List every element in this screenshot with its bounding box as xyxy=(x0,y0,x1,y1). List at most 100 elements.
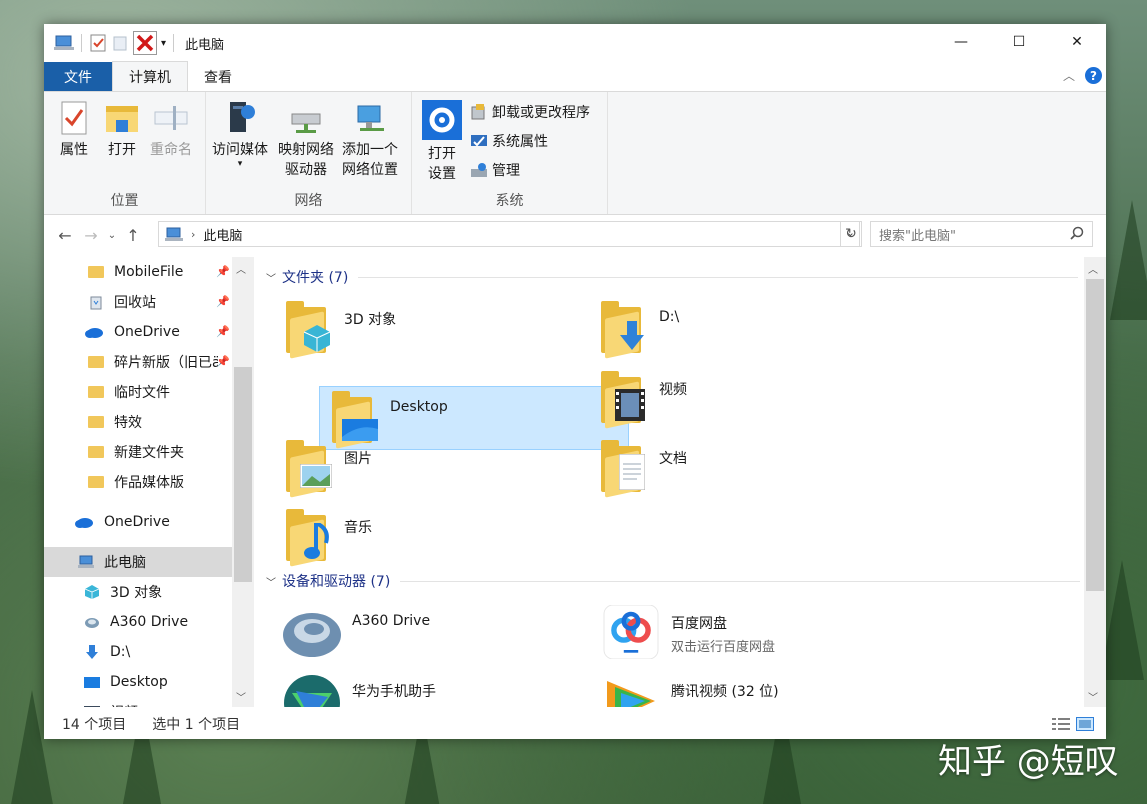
back-arrow-icon[interactable]: ← xyxy=(52,226,78,245)
system-properties-button[interactable]: 系统属性 xyxy=(470,131,548,151)
open-settings-button[interactable]: 打开 设置 xyxy=(422,100,462,184)
folder-tile-music[interactable]: 音乐 xyxy=(274,505,584,569)
dropdown-arrow-icon: ▾ xyxy=(237,159,243,169)
folder-icon xyxy=(88,264,104,280)
access-media-button[interactable]: 访问媒体 ▾ xyxy=(212,100,268,169)
device-tile-a360[interactable]: A360 Drive xyxy=(274,601,584,665)
folder-tile-videos[interactable]: 视频 xyxy=(589,367,899,431)
nav-item-videos[interactable]: 视频 xyxy=(44,697,232,707)
scroll-up-icon[interactable]: ︿ xyxy=(1088,261,1098,276)
pin-icon[interactable]: 📌 xyxy=(216,265,230,278)
system-group-label: 系统 xyxy=(495,193,524,209)
content-scroll-thumb[interactable] xyxy=(1086,279,1104,591)
map-drive-label-1: 映射网络 xyxy=(278,142,334,158)
large-icons-view-icon[interactable] xyxy=(1076,717,1094,731)
properties-button[interactable]: 属性 xyxy=(56,100,92,160)
address-row: ← → ⌄ ↑ › 此电脑 ⌄ ↻ 搜索"此电脑" xyxy=(44,215,1106,255)
customize-toolbar-icon[interactable]: ▾ xyxy=(161,38,166,49)
nav-scroll-thumb[interactable] xyxy=(234,367,252,582)
collapse-chevron-icon[interactable]: ﹀ xyxy=(266,574,276,589)
devices-section-header[interactable]: ﹀ 设备和驱动器 (7) xyxy=(266,571,1081,591)
device-tile-tencent-video[interactable]: 腾讯视频 (32 位) xyxy=(589,669,899,707)
nav-item-d-drive[interactable]: D:\ xyxy=(44,637,232,667)
breadcrumb[interactable]: 此电脑 xyxy=(203,225,242,244)
folder-tile-3d-objects[interactable]: 3D 对象 xyxy=(274,297,584,361)
address-bar[interactable]: › 此电脑 ⌄ xyxy=(158,221,860,247)
minimize-button[interactable]: — xyxy=(932,24,990,60)
collapse-chevron-icon[interactable]: ﹀ xyxy=(266,270,276,285)
scroll-up-icon[interactable]: ︿ xyxy=(236,261,246,276)
explorer-window: ▾ 此电脑 — ☐ ✕ 文件 计算机 查看 ︿ ? 属性 打开 重命名 位置 访… xyxy=(44,24,1106,739)
system-properties-label: 系统属性 xyxy=(492,134,548,150)
nav-item-onedrive-pinned[interactable]: OneDrive 📌 xyxy=(44,317,232,347)
toolbar-separator xyxy=(173,34,175,52)
uninstall-program-button[interactable]: 卸载或更改程序 xyxy=(470,102,590,122)
content-scrollbar[interactable]: ︿ ﹀ xyxy=(1084,257,1106,707)
recent-locations-icon[interactable]: ⌄ xyxy=(104,230,120,241)
delete-x-icon[interactable] xyxy=(133,31,157,55)
nav-item-desktop[interactable]: Desktop xyxy=(44,667,232,697)
nav-item-works-media[interactable]: 作品媒体版 xyxy=(44,467,232,497)
ribbon-group-network: 访问媒体 ▾ 映射网络 驱动器 添加一个 网络位置 网络 xyxy=(206,92,412,214)
location-group-label: 位置 xyxy=(110,193,139,209)
folder-name: 音乐 xyxy=(344,520,372,536)
maximize-button[interactable]: ☐ xyxy=(990,24,1048,60)
tab-view[interactable]: 查看 xyxy=(188,62,248,91)
open-button[interactable]: 打开 xyxy=(104,100,140,160)
device-tile-baidu-netdisk[interactable]: 百度网盘 双击运行百度网盘 xyxy=(589,601,899,665)
breadcrumb-separator: › xyxy=(191,227,196,241)
nav-item-label: MobileFile xyxy=(114,264,184,280)
nav-item-label: OneDrive xyxy=(114,324,180,340)
computer-icon xyxy=(165,227,183,241)
nav-item-label: 视频 xyxy=(110,702,138,707)
nav-item-this-pc[interactable]: 此电脑 xyxy=(44,547,232,577)
rename-icon xyxy=(154,106,188,130)
map-network-drive-button[interactable]: 映射网络 驱动器 xyxy=(278,100,334,180)
scroll-down-icon[interactable]: ﹀ xyxy=(1088,689,1098,704)
nav-item-new-folder[interactable]: 新建文件夹 xyxy=(44,437,232,467)
baidu-netdisk-icon xyxy=(603,605,659,659)
up-arrow-icon[interactable]: ↑ xyxy=(120,226,146,245)
folder-icon xyxy=(88,444,104,460)
device-tile-huawei-assistant[interactable]: 华为手机助手 xyxy=(274,669,584,707)
properties-label: 属性 xyxy=(60,142,88,158)
nav-item-mobilefile[interactable]: MobileFile 📌 xyxy=(44,257,232,287)
manage-button[interactable]: 管理 xyxy=(470,160,520,180)
details-view-icon[interactable] xyxy=(1052,717,1070,731)
pin-icon[interactable]: 📌 xyxy=(216,295,230,308)
folder-tile-pictures[interactable]: 图片 xyxy=(274,436,584,500)
nav-item-fragments[interactable]: 碎片新版（旧已ä 📌 xyxy=(44,347,232,377)
folder-tile-d-drive[interactable]: D:\ xyxy=(589,297,899,361)
nav-item-a360-drive[interactable]: A360 Drive xyxy=(44,607,232,637)
folder-tile-documents[interactable]: 文档 xyxy=(589,436,899,500)
nav-item-3d-objects[interactable]: 3D 对象 xyxy=(44,577,232,607)
nav-scrollbar[interactable]: ︿ ﹀ xyxy=(232,257,254,707)
window-controls: — ☐ ✕ xyxy=(932,24,1106,60)
folders-section-header[interactable]: ﹀ 文件夹 (7) xyxy=(266,267,1079,287)
nav-item-onedrive[interactable]: OneDrive xyxy=(44,507,232,537)
new-folder-icon[interactable] xyxy=(111,34,129,52)
close-button[interactable]: ✕ xyxy=(1048,24,1106,60)
pin-icon[interactable]: 📌 xyxy=(216,355,230,368)
tab-computer[interactable]: 计算机 xyxy=(112,61,188,91)
properties-check-icon[interactable] xyxy=(89,34,107,52)
ribbon-tabs: 文件 计算机 查看 ︿ ? xyxy=(44,61,1106,91)
nav-item-label: 临时文件 xyxy=(114,385,170,401)
scroll-down-icon[interactable]: ﹀ xyxy=(236,689,246,704)
help-icon[interactable]: ? xyxy=(1085,67,1102,84)
computer-icon xyxy=(78,555,94,568)
cloud-icon xyxy=(85,328,103,338)
nav-item-recycle-bin[interactable]: 回收站 📌 xyxy=(44,287,232,317)
pin-icon[interactable]: 📌 xyxy=(216,325,230,338)
folder-name: 视频 xyxy=(659,382,687,398)
add-network-location-button[interactable]: 添加一个 网络位置 xyxy=(342,100,398,180)
nav-item-temp-files[interactable]: 临时文件 xyxy=(44,377,232,407)
a360-icon xyxy=(283,613,341,657)
tab-file[interactable]: 文件 xyxy=(44,62,112,91)
forward-arrow-icon[interactable]: → xyxy=(78,226,104,245)
nav-item-effects[interactable]: 特效 xyxy=(44,407,232,437)
refresh-icon[interactable]: ↻ xyxy=(840,221,862,247)
search-input[interactable]: 搜索"此电脑" xyxy=(870,221,1093,247)
collapse-ribbon-icon[interactable]: ︿ xyxy=(1063,67,1075,84)
rename-button[interactable]: 重命名 xyxy=(150,100,192,160)
